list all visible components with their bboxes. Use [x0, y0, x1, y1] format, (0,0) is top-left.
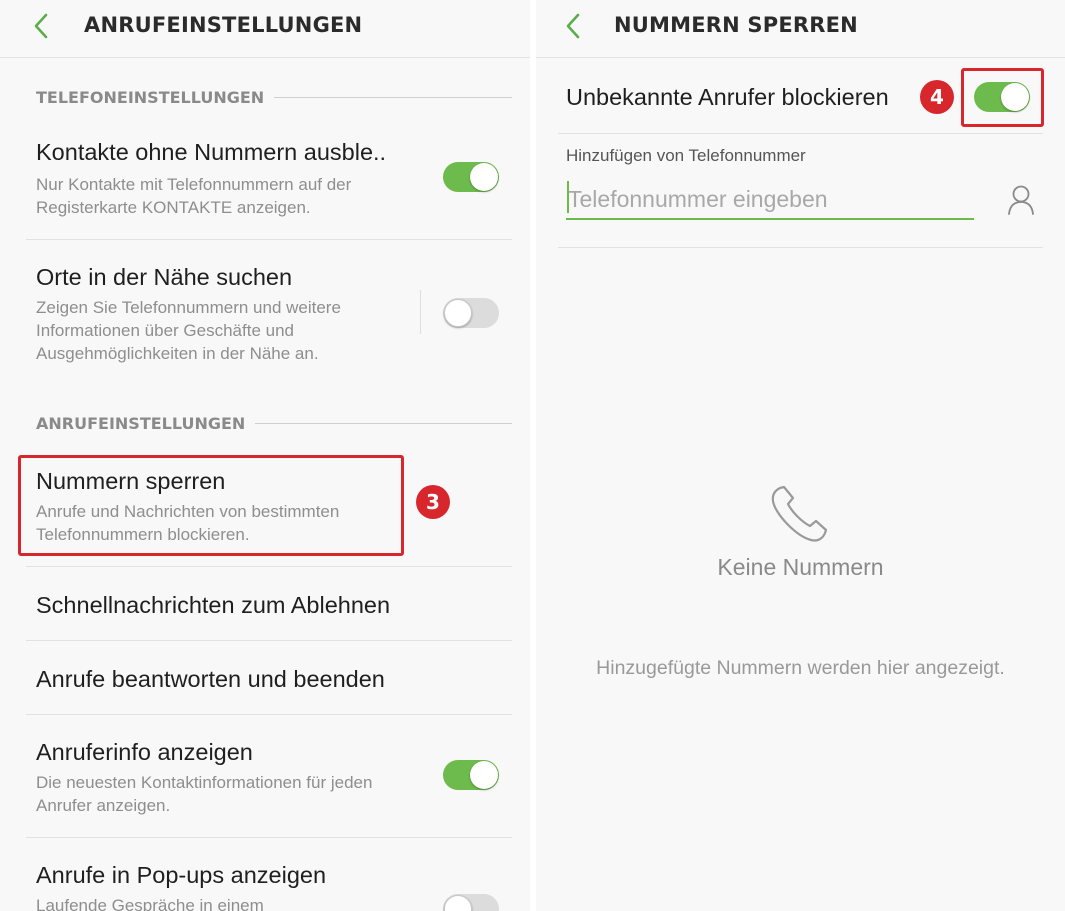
step-badge-4: 4: [920, 80, 954, 114]
phone-icon: [771, 485, 828, 542]
setting-subtitle: Zeigen Sie Telefonnummern und weitere In…: [36, 298, 341, 363]
phone-number-input[interactable]: [566, 180, 974, 220]
back-arrow-icon[interactable]: [562, 12, 586, 40]
section-header-call-settings: ANRUFEINSTELLUNGEN: [36, 411, 512, 435]
setting-title: Kontakte ohne Nummern ausble..: [36, 139, 387, 165]
text-cursor: [567, 181, 569, 213]
setting-show-caller-info[interactable]: Anruferinfo anzeigen Die neuesten Kontak…: [26, 715, 512, 838]
app-bar: ANRUFEINSTELLUNGEN: [0, 0, 530, 58]
setting-title: Anrufe in Pop-ups anzeigen: [36, 862, 327, 888]
page-title: NUMMERN SPERREN: [614, 13, 858, 37]
highlight-box-block-numbers: [18, 455, 404, 556]
empty-state-title: Keine Nummern: [717, 554, 884, 580]
setting-title: Unbekannte Anrufer blockieren: [566, 84, 889, 110]
setting-title: Anruferinfo anzeigen: [36, 739, 253, 765]
setting-show-calls-in-popups[interactable]: Anrufe in Pop-ups anzeigen Laufende Gesp…: [26, 838, 512, 911]
setting-answer-end-calls[interactable]: Anrufe beantworten und beenden: [26, 641, 512, 715]
empty-state-subtitle: Hinzugefügte Nummern werden hier angezei…: [596, 657, 1005, 679]
back-arrow-icon[interactable]: [30, 12, 54, 40]
add-number-label: Hinzufügen von Telefonnummer: [566, 146, 806, 165]
setting-title: Orte in der Nähe suchen: [36, 264, 293, 290]
setting-subtitle: Laufende Gespräche in einem: [36, 896, 264, 911]
popup-calls-toggle[interactable]: [443, 894, 499, 911]
setting-subtitle: Nur Kontakte mit Telefonnummern auf der …: [36, 175, 352, 217]
setting-quick-decline-messages[interactable]: Schnellnachrichten zum Ablehnen: [26, 567, 512, 641]
page-title: ANRUFEINSTELLUNGEN: [84, 13, 363, 37]
section-header-phone-settings: TELEFONEINSTELLUNGEN: [36, 85, 512, 109]
contacts-icon[interactable]: [1006, 183, 1036, 215]
setting-title: Anrufe beantworten und beenden: [36, 666, 385, 692]
call-settings-screen: ANRUFEINSTELLUNGEN TELEFONEINSTELLUNGEN …: [0, 0, 530, 911]
divider: [558, 247, 1043, 248]
setting-search-nearby-places[interactable]: Orte in der Nähe suchen Zeigen Sie Telef…: [26, 240, 512, 386]
hide-contacts-toggle[interactable]: [443, 162, 499, 192]
divider: [420, 290, 421, 334]
nearby-places-toggle[interactable]: [443, 298, 499, 328]
setting-subtitle: Die neuesten Kontaktinformationen für je…: [36, 773, 373, 815]
step-badge-3: 3: [416, 485, 450, 519]
app-bar: NUMMERN SPERREN: [536, 0, 1065, 58]
caller-info-toggle[interactable]: [443, 760, 499, 790]
setting-title: Schnellnachrichten zum Ablehnen: [36, 592, 391, 618]
setting-hide-contacts-without-numbers[interactable]: Kontakte ohne Nummern ausble.. Nur Konta…: [26, 119, 512, 240]
block-unknown-callers-toggle[interactable]: [974, 82, 1030, 112]
block-numbers-screen: NUMMERN SPERREN Unbekannte Anrufer block…: [536, 0, 1065, 911]
